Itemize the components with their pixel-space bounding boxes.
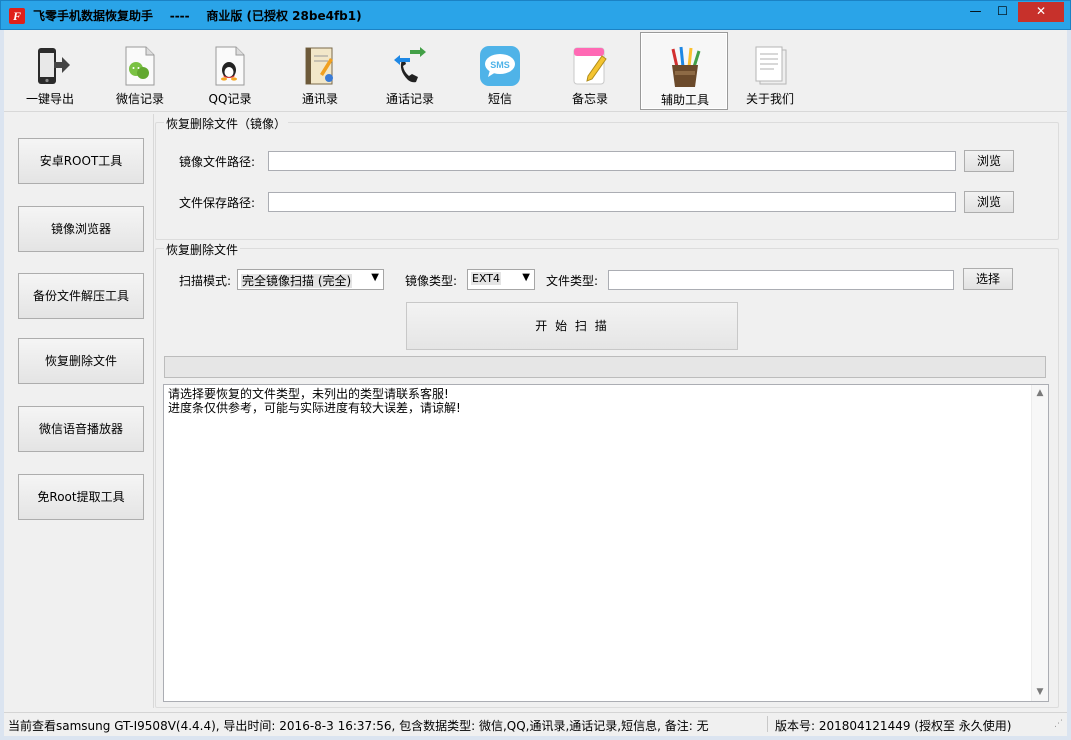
image-path-label: 镜像文件路径:: [179, 153, 255, 170]
client-area: 一键导出 微信记录 QQ记录: [4, 30, 1067, 712]
phone-export-icon: [28, 44, 72, 88]
about-doc-icon: [748, 44, 792, 88]
toolbar-label: 关于我们: [726, 90, 814, 107]
group-title: 恢复删除文件（镜像）: [164, 115, 288, 132]
scan-mode-value: 完全镜像扫描 (完全): [241, 274, 352, 288]
minimize-button[interactable]: —: [962, 2, 989, 22]
status-separator: [767, 716, 768, 732]
main-toolbar: 一键导出 微信记录 QQ记录: [4, 30, 1067, 112]
image-type-label: 镜像类型:: [405, 272, 457, 289]
call-log-icon: [388, 44, 432, 88]
android-root-tool-button[interactable]: 安卓ROOT工具: [18, 138, 144, 184]
image-path-input[interactable]: [268, 151, 956, 171]
image-type-value: EXT4: [471, 272, 501, 285]
toolbar-contacts[interactable]: 通讯录: [276, 32, 364, 110]
tools-cup-icon: [663, 45, 707, 89]
scan-progress-bar: [164, 356, 1046, 378]
save-path-label: 文件保存路径:: [179, 194, 255, 211]
file-type-label: 文件类型:: [546, 272, 598, 289]
window-title: 飞零手机数据恢复助手 ---- 商业版 (已授权 28be4fb1): [33, 7, 362, 24]
toolbar-label: QQ记录: [186, 90, 274, 107]
toolbar-label: 辅助工具: [641, 91, 729, 108]
image-type-select[interactable]: EXT4 ▼: [467, 269, 535, 290]
toolbar-call-log[interactable]: 通话记录: [366, 32, 454, 110]
image-browser-button[interactable]: 镜像浏览器: [18, 206, 144, 252]
recover-panel: 恢复删除文件（镜像） 镜像文件路径: 浏览 文件保存路径: 浏览 恢复删除文件 …: [155, 114, 1061, 708]
log-scrollbar[interactable]: ▲ ▼: [1031, 385, 1048, 701]
qq-doc-icon: [208, 44, 252, 88]
wechat-doc-icon: [118, 44, 162, 88]
toolbar-sms[interactable]: SMS 短信: [456, 32, 544, 110]
toolbar-label: 短信: [456, 90, 544, 107]
device-status-text: 当前查看samsung GT-I9508V(4.4.4), 导出时间: 2016…: [8, 717, 709, 734]
maximize-button[interactable]: ☐: [989, 2, 1016, 22]
scroll-up-icon[interactable]: ▲: [1032, 385, 1048, 402]
toolbar-one-click-export[interactable]: 一键导出: [6, 32, 94, 110]
chevron-down-icon: ▼: [371, 272, 379, 283]
close-button[interactable]: ✕: [1018, 2, 1064, 22]
title-bar: F 飞零手机数据恢复助手 ---- 商业版 (已授权 28be4fb1) — ☐…: [0, 0, 1071, 30]
wechat-voice-player-button[interactable]: 微信语音播放器: [18, 406, 144, 452]
browse-save-button[interactable]: 浏览: [964, 191, 1014, 213]
resize-grip-icon[interactable]: ⋰: [1054, 719, 1063, 729]
svg-text:SMS: SMS: [490, 60, 510, 70]
left-tool-panel: 安卓ROOT工具 镜像浏览器 备份文件解压工具 恢复删除文件 微信语音播放器 免…: [4, 114, 154, 708]
scan-mode-select[interactable]: 完全镜像扫描 (完全) ▼: [237, 269, 384, 290]
file-type-input[interactable]: [608, 270, 954, 290]
scroll-down-icon[interactable]: ▼: [1032, 684, 1048, 701]
toolbar-qq-records[interactable]: QQ记录: [186, 32, 274, 110]
toolbar-label: 一键导出: [6, 90, 94, 107]
browse-image-button[interactable]: 浏览: [964, 150, 1014, 172]
choose-file-type-button[interactable]: 选择: [963, 268, 1013, 290]
toolbar-label: 微信记录: [96, 90, 184, 107]
scan-mode-label: 扫描模式:: [179, 272, 231, 289]
toolbar-label: 备忘录: [546, 90, 634, 107]
toolbar-memo[interactable]: 备忘录: [546, 32, 634, 110]
log-line: 进度条仅供参考，可能与实际进度有较大误差，请谅解!: [168, 401, 1044, 415]
chevron-down-icon: ▼: [522, 272, 530, 283]
status-bar: 当前查看samsung GT-I9508V(4.4.4), 导出时间: 2016…: [4, 712, 1067, 736]
backup-extract-tool-button[interactable]: 备份文件解压工具: [18, 273, 144, 319]
memo-icon: [568, 44, 612, 88]
toolbar-label: 通讯录: [276, 90, 364, 107]
log-line: 请选择要恢复的文件类型，未列出的类型请联系客服!: [168, 387, 1044, 401]
toolbar-label: 通话记录: [366, 90, 454, 107]
log-textarea[interactable]: 请选择要恢复的文件类型，未列出的类型请联系客服! 进度条仅供参考，可能与实际进度…: [163, 384, 1049, 702]
toolbar-wechat-records[interactable]: 微信记录: [96, 32, 184, 110]
toolbar-about-us[interactable]: 关于我们: [726, 32, 814, 110]
toolbar-aux-tools[interactable]: 辅助工具: [640, 32, 728, 110]
save-path-input[interactable]: [268, 192, 956, 212]
recover-deleted-files-button[interactable]: 恢复删除文件: [18, 338, 144, 384]
app-logo-icon: F: [9, 8, 25, 24]
start-scan-button[interactable]: 开 始 扫 描: [406, 302, 738, 350]
version-status-text: 版本号: 201804121449 (授权至 永久使用): [775, 717, 1011, 734]
sms-icon: SMS: [478, 44, 522, 88]
image-recover-group: 恢复删除文件（镜像）: [155, 122, 1059, 240]
group-title: 恢复删除文件: [164, 241, 240, 258]
contacts-book-icon: [298, 44, 342, 88]
no-root-extract-tool-button[interactable]: 免Root提取工具: [18, 474, 144, 520]
